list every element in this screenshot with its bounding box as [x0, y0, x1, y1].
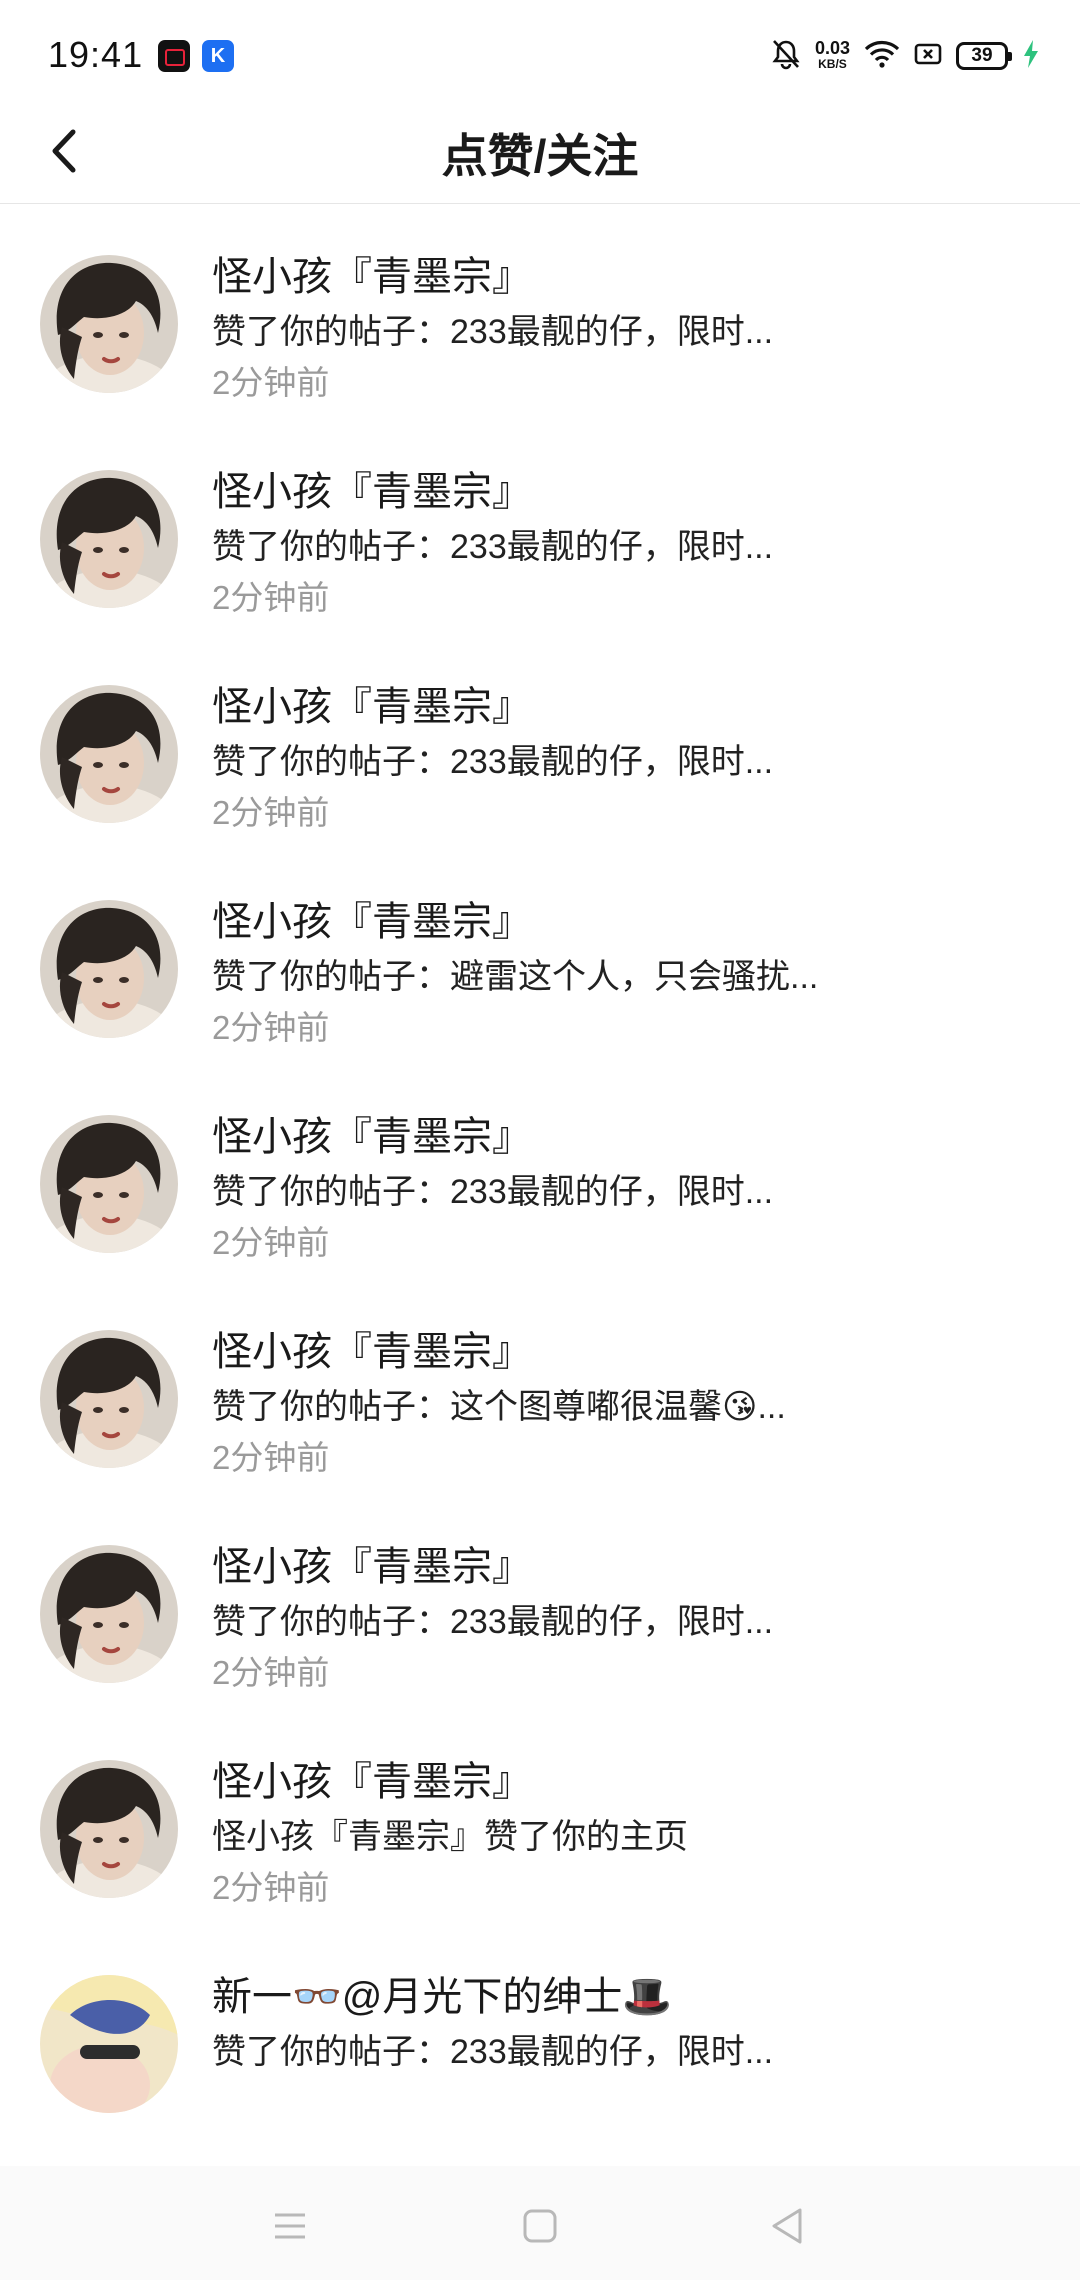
notification-time: 2分钟前	[212, 364, 330, 401]
notification-item[interactable]: 怪小孩『青墨宗』赞了你的帖子：233最靓的仔，限时... 2分钟前	[0, 634, 1080, 849]
notification-time: 2分钟前	[212, 579, 330, 616]
user-avatar[interactable]	[40, 470, 178, 608]
mute-bell-icon	[771, 38, 801, 75]
user-avatar[interactable]	[40, 255, 178, 393]
user-avatar[interactable]	[40, 900, 178, 1038]
network-speed: 0.03 KB/S	[814, 38, 850, 71]
back-nav-button[interactable]	[757, 2196, 817, 2256]
user-name[interactable]: 怪小孩『青墨宗』	[212, 1534, 532, 1592]
k-app-icon: K	[202, 40, 234, 72]
wifi-icon	[864, 39, 900, 74]
notification-item[interactable]: 怪小孩『青墨宗』赞了你的帖子：这个图尊嘟很温馨😘... 2分钟前	[0, 1279, 1080, 1494]
notification-text: 赞了你的帖子：233最靓的仔，限时...	[212, 1173, 774, 1211]
user-name[interactable]: 怪小孩『青墨宗』	[212, 1104, 532, 1162]
top-app-bar: 点赞/关注	[0, 100, 1080, 204]
user-name[interactable]: 新一👓@月光下的绅士🎩	[212, 1964, 672, 2022]
notification-time: 2分钟前	[212, 1439, 330, 1476]
notification-time: 2分钟前	[212, 1869, 330, 1906]
back-triangle-icon	[772, 2208, 802, 2244]
back-button[interactable]	[30, 116, 100, 186]
notification-text: 怪小孩『青墨宗』赞了你的主页	[212, 1818, 688, 1856]
notification-item[interactable]: 怪小孩『青墨宗』赞了你的帖子：233最靓的仔，限时... 2分钟前	[0, 419, 1080, 634]
notification-time: 2分钟前	[212, 794, 330, 831]
menu-button[interactable]	[260, 2196, 320, 2256]
notification-text: 赞了你的帖子：233最靓的仔，限时...	[212, 1603, 774, 1641]
notification-time: 2分钟前	[212, 1224, 330, 1261]
notification-text: 赞了你的帖子：233最靓的仔，限时...	[212, 528, 774, 566]
user-name[interactable]: 怪小孩『青墨宗』	[212, 244, 532, 302]
notification-list-content: 怪小孩『青墨宗』 赞了你的帖子：233最靓的仔，限时... 2分钟前 怪小孩『青墨宗…	[0, 204, 1080, 2139]
status-bar: 19:41 K 0.03 KB/S 39	[0, 0, 1080, 100]
back-arrow-icon	[52, 129, 76, 173]
no-sim-icon	[914, 41, 942, 72]
user-avatar[interactable]	[40, 1545, 178, 1683]
notification-time: 2分钟前	[212, 1009, 330, 1046]
user-name[interactable]: 怪小孩『青墨宗』	[212, 459, 532, 517]
notification-text: 赞了你的帖子：233最靓的仔，限时...	[212, 313, 774, 351]
home-button[interactable]	[510, 2196, 570, 2256]
user-avatar[interactable]	[40, 1330, 178, 1468]
notification-item[interactable]: 新一👓@月光下的绅士🎩 赞了你的帖子：233最靓的仔，限时...	[0, 1924, 1080, 2139]
status-indicators: 0.03 KB/S 39	[771, 36, 1040, 76]
user-avatar[interactable]	[40, 1760, 178, 1898]
notification-list[interactable]: 怪小孩『青墨宗』 赞了你的帖子：233最靓的仔，限时... 2分钟前 怪小孩『青墨宗…	[0, 204, 1080, 2166]
user-name[interactable]: 怪小孩『青墨宗』	[212, 1749, 532, 1807]
screen-recorder-app-icon	[158, 40, 190, 72]
notification-text: 赞了你的帖子：这个图尊嘟很温馨😘...	[212, 1388, 786, 1426]
notification-text: 赞了你的帖子：233最靓的仔，限时...	[212, 2033, 774, 2071]
user-name[interactable]: 怪小孩『青墨宗』	[212, 674, 532, 732]
notification-item[interactable]: 怪小孩『青墨宗』赞了你的帖子：避雷这个人，只会骚扰... 2分钟前	[0, 849, 1080, 1064]
notification-time: 2分钟前	[212, 1654, 330, 1691]
status-time: 19:41	[48, 34, 144, 75]
page-title: 点赞/关注	[441, 130, 639, 182]
charging-bolt-icon	[1022, 39, 1040, 74]
notification-text: 赞了你的帖子：避雷这个人，只会骚扰...	[212, 958, 819, 996]
user-avatar[interactable]	[40, 1975, 178, 2113]
user-avatar[interactable]	[40, 1115, 178, 1253]
notification-item[interactable]: 怪小孩『青墨宗』赞了你的帖子：233最靓的仔，限时... 2分钟前	[0, 1494, 1080, 1709]
notification-item[interactable]: 怪小孩『青墨宗』赞了你的帖子：233最靓的仔，限时... 2分钟前	[0, 204, 1080, 419]
user-name[interactable]: 怪小孩『青墨宗』	[212, 889, 532, 947]
user-name[interactable]: 怪小孩『青墨宗』	[212, 1319, 532, 1377]
notification-item[interactable]: 怪小孩『青墨宗』怪小孩『青墨宗』赞了你的主页 2分钟前	[0, 1709, 1080, 1924]
notification-text: 赞了你的帖子：233最靓的仔，限时...	[212, 743, 774, 781]
menu-lines-icon	[275, 2213, 305, 2239]
system-navigation-bar	[0, 2166, 1080, 2280]
user-avatar[interactable]	[40, 685, 178, 823]
battery-icon: 39	[956, 42, 1012, 70]
home-square-icon	[523, 2209, 557, 2243]
notification-item[interactable]: 怪小孩『青墨宗』赞了你的帖子：233最靓的仔，限时... 2分钟前	[0, 1064, 1080, 1279]
